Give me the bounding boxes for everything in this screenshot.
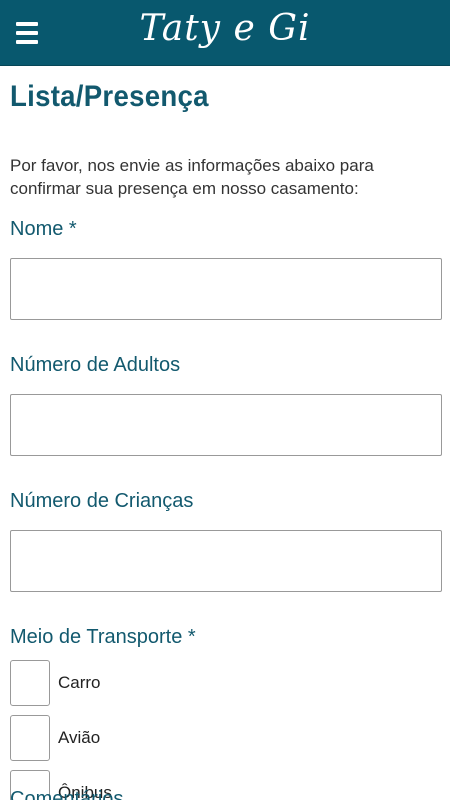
option-label: Avião (58, 728, 101, 747)
adults-label: Número de Adultos (10, 354, 181, 376)
transport-option-carro[interactable]: Carro (10, 660, 442, 706)
children-label: Número de Crianças (10, 490, 194, 512)
transport-label: Meio de Transporte * (10, 626, 196, 648)
transport-options: Carro Avião Ônibus (10, 660, 442, 800)
intro-text: Por favor, nos envie as informações abai… (10, 156, 374, 198)
brand-title: Taty e Gi (139, 8, 311, 49)
page-title: Lista/Presença (10, 80, 209, 113)
option-label: Carro (58, 673, 101, 692)
rsvp-form: Lista/Presença Por favor, nos envie as i… (10, 66, 442, 800)
children-input[interactable] (10, 530, 442, 592)
transport-option-aviao[interactable]: Avião (10, 715, 442, 761)
top-app-bar: Taty e Gi (0, 0, 450, 66)
adults-input[interactable] (10, 394, 442, 456)
comments-label: Comentários (10, 788, 124, 800)
name-input[interactable] (10, 258, 442, 320)
carro-checkbox[interactable] (10, 660, 50, 706)
aviao-checkbox[interactable] (10, 715, 50, 761)
name-label: Nome * (10, 218, 77, 240)
